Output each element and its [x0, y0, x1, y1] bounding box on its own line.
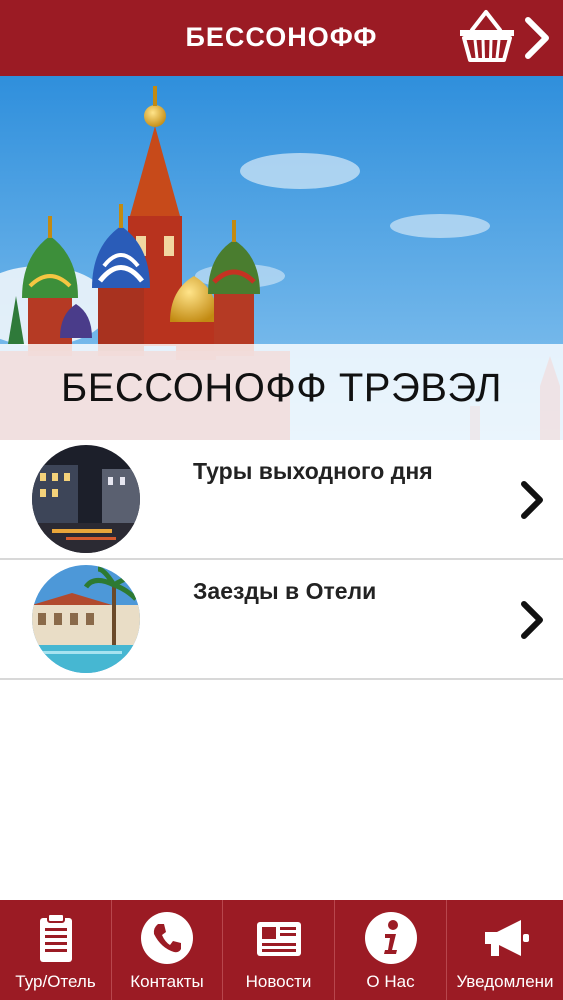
cart-button[interactable]	[456, 8, 518, 64]
tab-tour-hotel[interactable]: Тур/Отель	[0, 900, 112, 1000]
bottom-tab-bar: Тур/Отель Контакты Новости О Нас Уведомл…	[0, 900, 563, 1000]
hotel-palm-thumb	[32, 565, 140, 673]
tab-label: Новости	[245, 972, 312, 991]
hero-banner: БЕССОНОФФ ТРЭВЭЛ	[0, 76, 563, 440]
tab-news[interactable]: Новости	[223, 900, 335, 1000]
list-item-weekend-tours[interactable]: Туры выходного дня	[0, 440, 563, 560]
phone-icon	[141, 912, 193, 964]
chevron-right-icon	[525, 17, 549, 59]
night-city-thumb	[32, 445, 140, 553]
tab-contacts[interactable]: Контакты	[112, 900, 223, 1000]
chevron-right-icon	[521, 481, 543, 519]
info-icon	[364, 912, 417, 964]
hero-title: БЕССОНОФФ ТРЭВЭЛ	[60, 366, 503, 410]
list-item-hotel-checkins[interactable]: Заезды в Отели	[0, 560, 563, 680]
tab-notifications[interactable]: Уведомлени	[447, 900, 563, 1000]
clipboard-icon	[39, 913, 72, 962]
app-header: БЕССОНОФФ	[0, 0, 563, 76]
tab-label: Уведомлени	[456, 972, 554, 991]
shopping-basket-icon	[460, 10, 514, 62]
newspaper-icon	[256, 922, 301, 956]
chevron-right-icon	[521, 601, 543, 639]
tab-about[interactable]: О Нас	[335, 900, 447, 1000]
tab-label: Контакты	[130, 972, 204, 991]
tab-label: О Нас	[366, 972, 415, 991]
tab-label: Тур/Отель	[15, 972, 96, 991]
menu-list: Туры выходного дня Заезды в Отели	[0, 440, 563, 680]
megaphone-icon	[485, 920, 529, 956]
list-item-label: Туры выходного дня	[193, 458, 433, 484]
next-button[interactable]	[522, 16, 552, 60]
list-item-label: Заезды в Отели	[193, 578, 377, 604]
